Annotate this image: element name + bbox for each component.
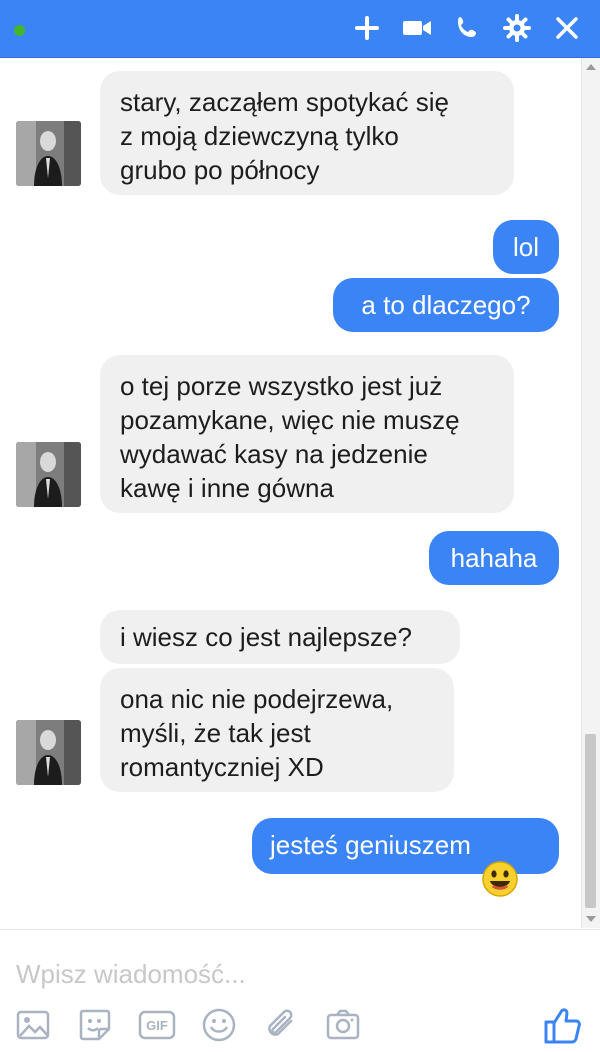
- message-text: jesteś geniuszem: [270, 830, 471, 860]
- like-icon[interactable]: [542, 1004, 584, 1046]
- avatar[interactable]: [16, 442, 81, 507]
- close-icon[interactable]: [552, 13, 582, 43]
- message-bubble-outgoing: lol: [493, 220, 559, 274]
- emoji-icon[interactable]: [200, 1006, 238, 1044]
- video-call-icon[interactable]: [402, 13, 432, 43]
- avatar[interactable]: [16, 720, 81, 785]
- avatar[interactable]: [16, 121, 81, 186]
- chat-header: [0, 0, 600, 58]
- online-status-dot: [14, 25, 25, 36]
- scroll-down-arrow-icon[interactable]: [586, 916, 596, 922]
- scroll-up-arrow-icon[interactable]: [586, 64, 596, 70]
- sticker-icon[interactable]: [76, 1006, 114, 1044]
- message-bubble-outgoing: a to dlaczego?: [333, 278, 559, 332]
- message-input[interactable]: [16, 954, 556, 994]
- scroll-thumb[interactable]: [585, 734, 596, 908]
- message-bubble-outgoing: hahaha: [429, 531, 559, 585]
- gif-icon[interactable]: GIF: [138, 1006, 176, 1044]
- chat-scrollbar[interactable]: [581, 58, 600, 928]
- attachment-icon[interactable]: [262, 1006, 300, 1044]
- gif-label: GIF: [146, 1018, 168, 1033]
- message-bubble-incoming: ona nic nie podejrzewa, myśli, że tak je…: [100, 668, 454, 792]
- message-bubble-outgoing: jesteś geniuszem: [252, 818, 559, 897]
- message-list[interactable]: stary, zacząłem spotykać się z moją dzie…: [0, 58, 600, 928]
- settings-icon[interactable]: [502, 13, 532, 43]
- phone-icon[interactable]: [452, 13, 482, 43]
- header-actions: [352, 12, 582, 44]
- message-bubble-incoming: i wiesz co jest najlepsze?: [100, 610, 460, 664]
- composer-divider: [0, 929, 600, 930]
- message-bubble-incoming: o tej porze wszystko jest już pozamykane…: [100, 355, 514, 513]
- message-bubble-incoming: stary, zacząłem spotykać się z moją dzie…: [100, 71, 514, 195]
- grinning-emoji-icon: [481, 826, 519, 897]
- add-icon[interactable]: [352, 13, 382, 43]
- composer-toolbar: GIF: [14, 1004, 362, 1046]
- image-icon[interactable]: [14, 1006, 52, 1044]
- camera-icon[interactable]: [324, 1006, 362, 1044]
